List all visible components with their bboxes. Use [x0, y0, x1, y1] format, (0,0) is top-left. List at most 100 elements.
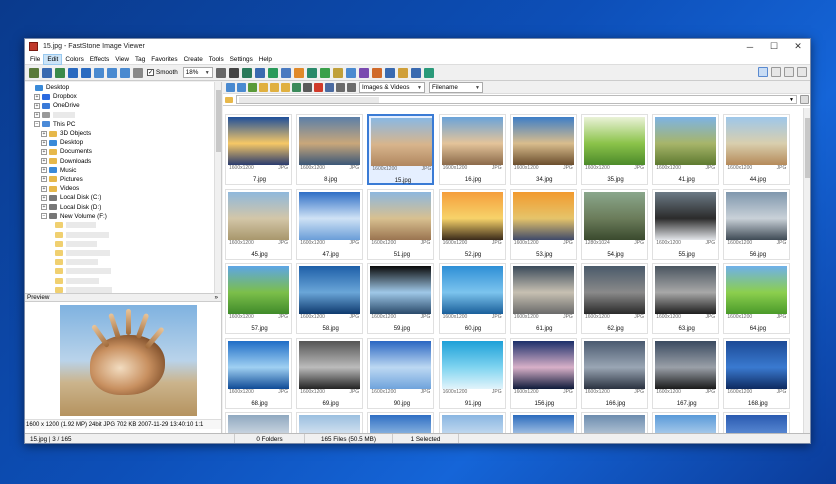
menu-tools[interactable]: Tools	[206, 54, 227, 65]
thumbnail-item[interactable]: 1600x1200 JPG 62.jpg	[581, 263, 648, 334]
tree-node[interactable]: + Videos	[25, 184, 221, 193]
tree-node[interactable]	[25, 285, 221, 293]
tree-node[interactable]: + Local Disk (C:)	[25, 193, 221, 202]
grid-scrollbar[interactable]	[803, 108, 810, 433]
thumbnail-item[interactable]	[723, 412, 791, 433]
thumbnail-item[interactable]: 1600x1200 JPG 167.jpg	[652, 337, 720, 409]
thumbnail-item[interactable]: 1600x1200 JPG 68.jpg	[225, 337, 292, 409]
tree-scrollbar[interactable]	[214, 82, 221, 293]
toolbar-tool-icon[interactable]	[93, 67, 104, 78]
toolbar-tool-icon[interactable]	[132, 67, 143, 78]
nav-tool-icon[interactable]	[292, 83, 301, 92]
thumbnail-item[interactable]: 1600x1200 JPG 53.jpg	[509, 188, 577, 260]
expand-icon[interactable]: +	[34, 93, 40, 100]
tree-node[interactable]: − New Volume (F:)	[25, 212, 221, 221]
menu-edit[interactable]: Edit	[43, 53, 63, 65]
menu-view[interactable]: View	[112, 54, 132, 65]
menu-colors[interactable]: Colors	[62, 54, 86, 65]
tree-node[interactable]: + Desktop	[25, 138, 221, 147]
tree-node[interactable]: Desktop	[25, 83, 221, 92]
nav-tool-icon[interactable]	[248, 83, 257, 92]
thumbnail-item[interactable]	[509, 412, 577, 433]
thumbnail-item[interactable]: 1600x1200 JPG 59.jpg	[367, 263, 435, 334]
view-mode-icon[interactable]	[757, 67, 768, 77]
thumbnail-item[interactable]: 1600x1200 JPG 90.jpg	[367, 337, 435, 409]
toolbar-tool-icon[interactable]	[398, 67, 409, 78]
tree-node[interactable]	[25, 239, 221, 248]
expand-icon[interactable]: +	[41, 139, 47, 146]
view-mode-icon[interactable]	[796, 67, 807, 77]
tree-node[interactable]: + Pictures	[25, 175, 221, 184]
expand-icon[interactable]: +	[41, 148, 47, 155]
expand-icon[interactable]: +	[41, 185, 47, 192]
toolbar-tool-icon[interactable]	[359, 67, 370, 78]
view-mode-icon[interactable]	[783, 67, 794, 77]
close-button[interactable]: ✕	[786, 39, 810, 54]
toolbar-tool-icon[interactable]	[119, 67, 130, 78]
toolbar-tool-icon[interactable]	[346, 67, 357, 78]
toolbar-tool-icon[interactable]	[372, 67, 383, 78]
tree-node[interactable]: +3D Objects	[25, 129, 221, 138]
menu-file[interactable]: File	[27, 54, 43, 65]
toolbar-tool-icon[interactable]	[268, 67, 279, 78]
thumbnail-item[interactable]: 1600x1200 JPG 60.jpg	[438, 263, 506, 334]
toolbar-tool-icon[interactable]	[67, 67, 78, 78]
tree-node[interactable]: − This PC	[25, 120, 221, 129]
nav-tool-icon[interactable]	[314, 83, 323, 92]
minimize-button[interactable]: ─	[738, 39, 762, 54]
thumbnail-item[interactable]	[296, 412, 364, 433]
sort-select[interactable]: Filename ▼	[429, 82, 483, 93]
expand-icon[interactable]: −	[41, 213, 47, 220]
tree-node[interactable]: + OneDrive	[25, 101, 221, 110]
tree-node[interactable]: + Music	[25, 166, 221, 175]
expand-icon[interactable]: +	[41, 130, 47, 137]
thumbnail-item[interactable]: 1600x1200 JPG 35.jpg	[581, 114, 648, 185]
tree-node[interactable]	[25, 276, 221, 285]
tree-node[interactable]	[25, 230, 221, 239]
thumbnail-item[interactable]	[438, 412, 506, 433]
grid-scroll-thumb[interactable]	[805, 118, 810, 178]
thumbnail-item[interactable]: 1600x1200 JPG 51.jpg	[367, 188, 435, 260]
thumbnail-item[interactable]: 1600x1200 JPG 16.jpg	[438, 114, 506, 185]
tree-node[interactable]	[25, 221, 221, 230]
tree-node[interactable]: + Local Disk (D:)	[25, 202, 221, 211]
tree-scroll-thumb[interactable]	[216, 90, 221, 152]
toolbar-tool-icon[interactable]	[28, 67, 39, 78]
thumbnail-item[interactable]: 1600x1200 JPG 7.jpg	[225, 114, 292, 185]
nav-tool-icon[interactable]	[281, 83, 290, 92]
folder-tree[interactable]: Desktop + Dropbox + OneDrive + − This PC +3D Obj…	[25, 82, 221, 293]
collapse-icon[interactable]: »	[214, 294, 218, 301]
thumbnail-item[interactable]: 1600x1200 JPG 57.jpg	[225, 263, 292, 334]
smooth-checkbox[interactable]: ✓ Smooth	[147, 69, 178, 76]
toolbar-tool-icon[interactable]	[255, 67, 266, 78]
nav-tool-icon[interactable]	[325, 83, 334, 92]
tree-node[interactable]	[25, 248, 221, 257]
tree-node[interactable]: +	[25, 111, 221, 120]
thumbnail-item[interactable]: 1600x1200 JPG 55.jpg	[652, 188, 720, 260]
thumbnail-item[interactable]: 1600x1200 JPG 69.jpg	[296, 337, 364, 409]
thumbnail-item[interactable]: 1600x1200 JPG 63.jpg	[652, 263, 720, 334]
thumbnail-item[interactable]: 1600x1200 JPG 41.jpg	[652, 114, 720, 185]
maximize-button[interactable]: ☐	[762, 39, 786, 54]
menu-help[interactable]: Help	[256, 54, 275, 65]
thumbnail-item[interactable]: 1600x1200 JPG 52.jpg	[438, 188, 506, 260]
menu-create[interactable]: Create	[181, 54, 206, 65]
refresh-icon[interactable]	[800, 95, 809, 104]
nav-tool-icon[interactable]	[237, 83, 246, 92]
nav-tool-icon[interactable]	[259, 83, 268, 92]
thumbnail-item[interactable]	[652, 412, 720, 433]
thumbnail-item[interactable]: 1600x1200 JPG 47.jpg	[296, 188, 364, 260]
nav-tool-icon[interactable]	[226, 83, 235, 92]
thumbnail-item[interactable]: 1600x1200 JPG 45.jpg	[225, 188, 292, 260]
thumbnail-item[interactable]: 1600x1200 JPG 58.jpg	[296, 263, 364, 334]
thumbnail-item[interactable]: 1280x1024 JPG 54.jpg	[581, 188, 648, 260]
view-mode-icon[interactable]	[770, 67, 781, 77]
toolbar-tool-icon[interactable]	[216, 67, 227, 78]
expand-icon[interactable]: +	[41, 167, 47, 174]
filter-select[interactable]: Images & Videos ▼	[359, 82, 425, 93]
nav-tool-icon[interactable]	[347, 83, 356, 92]
expand-icon[interactable]: −	[34, 121, 40, 128]
expand-icon[interactable]: +	[41, 194, 47, 201]
toolbar-tool-icon[interactable]	[307, 67, 318, 78]
expand-icon[interactable]: +	[34, 112, 40, 119]
